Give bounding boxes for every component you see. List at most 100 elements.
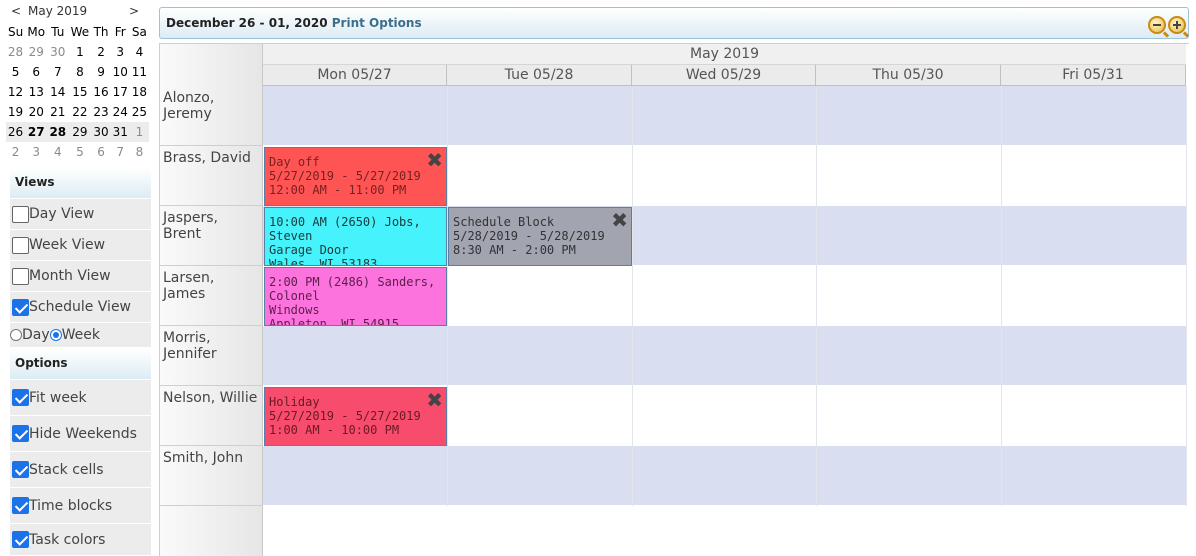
calendar-day[interactable]: 3 bbox=[111, 42, 130, 62]
day-column-header[interactable]: Tue 05/28 bbox=[447, 65, 632, 86]
weekday-label: Sa bbox=[131, 25, 147, 39]
zoom-out-icon[interactable] bbox=[1148, 16, 1170, 38]
close-icon[interactable]: ✖ bbox=[426, 150, 443, 170]
calendar-day[interactable]: 6 bbox=[25, 62, 47, 82]
calendar-day[interactable]: 14 bbox=[47, 82, 68, 102]
print-options-link[interactable]: Print Options bbox=[332, 16, 422, 30]
calendar-day[interactable]: 8 bbox=[130, 142, 149, 162]
calendar-day[interactable]: 29 bbox=[68, 122, 92, 142]
calendar-day[interactable]: 5 bbox=[68, 142, 91, 162]
calendar-day[interactable]: 28 bbox=[47, 122, 69, 142]
day-column-header[interactable]: Mon 05/27 bbox=[263, 65, 447, 86]
event-holiday[interactable]: ✖ Holiday 5/27/2019 - 5/27/2019 1:00 AM … bbox=[264, 387, 447, 446]
day-view-option[interactable]: Day View bbox=[10, 199, 151, 230]
calendar-day[interactable]: 29 bbox=[25, 42, 47, 62]
day-column-header[interactable]: Wed 05/29 bbox=[632, 65, 816, 86]
day-view-checkbox[interactable] bbox=[12, 205, 29, 223]
task-colors-option[interactable]: Task colors bbox=[10, 524, 151, 556]
calendar-day[interactable]: 3 bbox=[25, 142, 47, 162]
mini-calendar-month-label: May 2019 bbox=[28, 4, 88, 18]
calendar-day[interactable]: 16 bbox=[92, 82, 111, 102]
resource-name: Morris, Jennifer bbox=[160, 326, 263, 386]
event-job-jobs-steven[interactable]: 10:00 AM (2650) Jobs, Steven Garage Door… bbox=[264, 207, 447, 266]
schedule-view-option[interactable]: Schedule View bbox=[10, 292, 151, 323]
calendar-day[interactable]: 17 bbox=[111, 82, 130, 102]
calendar-day[interactable]: 31 bbox=[110, 122, 130, 142]
hide-weekends-label: Hide Weekends bbox=[29, 425, 137, 442]
hide-weekends-option[interactable]: Hide Weekends bbox=[10, 416, 151, 452]
week-mode-radio[interactable] bbox=[49, 329, 62, 341]
calendar-day[interactable]: 21 bbox=[47, 102, 68, 122]
calendar-day[interactable]: 30 bbox=[91, 122, 111, 142]
calendar-day[interactable]: 28 bbox=[6, 42, 25, 62]
calendar-day[interactable]: 11 bbox=[130, 62, 149, 82]
calendar-day[interactable]: 10 bbox=[111, 62, 130, 82]
weekday-label: Tu bbox=[51, 25, 65, 39]
next-month-button[interactable]: > bbox=[128, 4, 140, 18]
calendar-day[interactable]: 26 bbox=[6, 122, 26, 142]
day-view-label: Day View bbox=[29, 206, 95, 222]
time-blocks-option[interactable]: Time blocks bbox=[10, 488, 151, 524]
resource-name: Nelson, Willie bbox=[160, 386, 263, 446]
resource-row[interactable] bbox=[263, 326, 1186, 386]
stack-cells-option[interactable]: Stack cells bbox=[10, 452, 151, 488]
calendar-day[interactable]: 13 bbox=[25, 82, 47, 102]
calendar-day[interactable]: 2 bbox=[6, 142, 25, 162]
calendar-day[interactable]: 19 bbox=[6, 102, 25, 122]
day-mode-radio[interactable] bbox=[10, 329, 22, 341]
zoom-in-icon[interactable] bbox=[1168, 16, 1190, 38]
week-view-checkbox[interactable] bbox=[12, 236, 29, 254]
options-panel-header: Options bbox=[10, 349, 151, 379]
close-icon[interactable]: ✖ bbox=[611, 210, 628, 230]
day-column-header[interactable]: Thu 05/30 bbox=[816, 65, 1001, 86]
calendar-day[interactable]: 12 bbox=[6, 82, 25, 102]
event-title: Holiday bbox=[269, 395, 320, 409]
calendar-day[interactable]: 5 bbox=[6, 62, 25, 82]
calendar-day[interactable]: 6 bbox=[92, 142, 111, 162]
column-divider bbox=[816, 86, 817, 506]
date-range-label: December 26 - 01, 2020 bbox=[166, 16, 328, 30]
calendar-day[interactable]: 25 bbox=[130, 102, 149, 122]
prev-month-button[interactable]: < bbox=[10, 4, 22, 18]
event-schedule-block[interactable]: ✖ Schedule Block 5/28/2019 - 5/28/2019 8… bbox=[448, 207, 632, 266]
schedule-view-checkbox[interactable] bbox=[12, 298, 29, 316]
resource-row[interactable] bbox=[263, 86, 1186, 146]
calendar-day[interactable]: 24 bbox=[111, 102, 130, 122]
fit-week-checkbox[interactable] bbox=[12, 389, 29, 406]
event-dates: 5/27/2019 - 5/27/2019 bbox=[269, 409, 421, 423]
calendar-day[interactable]: 7 bbox=[111, 142, 130, 162]
calendar-day[interactable]: 27 bbox=[25, 122, 48, 142]
close-icon[interactable]: ✖ bbox=[426, 390, 443, 410]
calendar-day[interactable]: 7 bbox=[47, 62, 68, 82]
calendar-day[interactable]: 8 bbox=[68, 62, 91, 82]
task-colors-checkbox[interactable] bbox=[12, 531, 29, 548]
calendar-day[interactable]: 4 bbox=[130, 42, 149, 62]
month-view-checkbox[interactable] bbox=[12, 267, 29, 285]
schedule-view-label: Schedule View bbox=[29, 299, 132, 315]
month-view-option[interactable]: Month View bbox=[10, 261, 151, 292]
calendar-day[interactable]: 15 bbox=[68, 82, 91, 102]
calendar-day[interactable]: 1 bbox=[129, 122, 149, 142]
event-day-off[interactable]: ✖ Day off 5/27/2019 - 5/27/2019 12:00 AM… bbox=[264, 147, 447, 206]
calendar-day[interactable]: 20 bbox=[25, 102, 47, 122]
day-column-header[interactable]: Fri 05/31 bbox=[1001, 65, 1186, 86]
stack-cells-checkbox[interactable] bbox=[12, 461, 29, 478]
event-job-sanders-colonel[interactable]: 2:00 PM (2486) Sanders, Colonel Windows … bbox=[264, 267, 447, 326]
calendar-day[interactable]: 4 bbox=[47, 142, 68, 162]
week-view-option[interactable]: Week View bbox=[10, 230, 151, 261]
calendar-day[interactable]: 18 bbox=[130, 82, 149, 102]
fit-week-option[interactable]: Fit week bbox=[10, 380, 151, 416]
resource-row[interactable] bbox=[263, 446, 1186, 506]
calendar-day[interactable]: 1 bbox=[68, 42, 91, 62]
hide-weekends-checkbox[interactable] bbox=[12, 425, 29, 442]
time-blocks-checkbox[interactable] bbox=[12, 497, 29, 514]
calendar-day[interactable]: 9 bbox=[92, 62, 111, 82]
column-divider bbox=[1001, 86, 1002, 506]
calendar-day[interactable]: 30 bbox=[47, 42, 68, 62]
event-location: Wales, WI 53183 bbox=[269, 257, 378, 266]
time-blocks-label: Time blocks bbox=[29, 497, 113, 514]
calendar-day[interactable]: 23 bbox=[92, 102, 111, 122]
calendar-day[interactable]: 2 bbox=[92, 42, 111, 62]
calendar-day[interactable]: 22 bbox=[68, 102, 91, 122]
weekday-label: Th bbox=[93, 25, 109, 39]
